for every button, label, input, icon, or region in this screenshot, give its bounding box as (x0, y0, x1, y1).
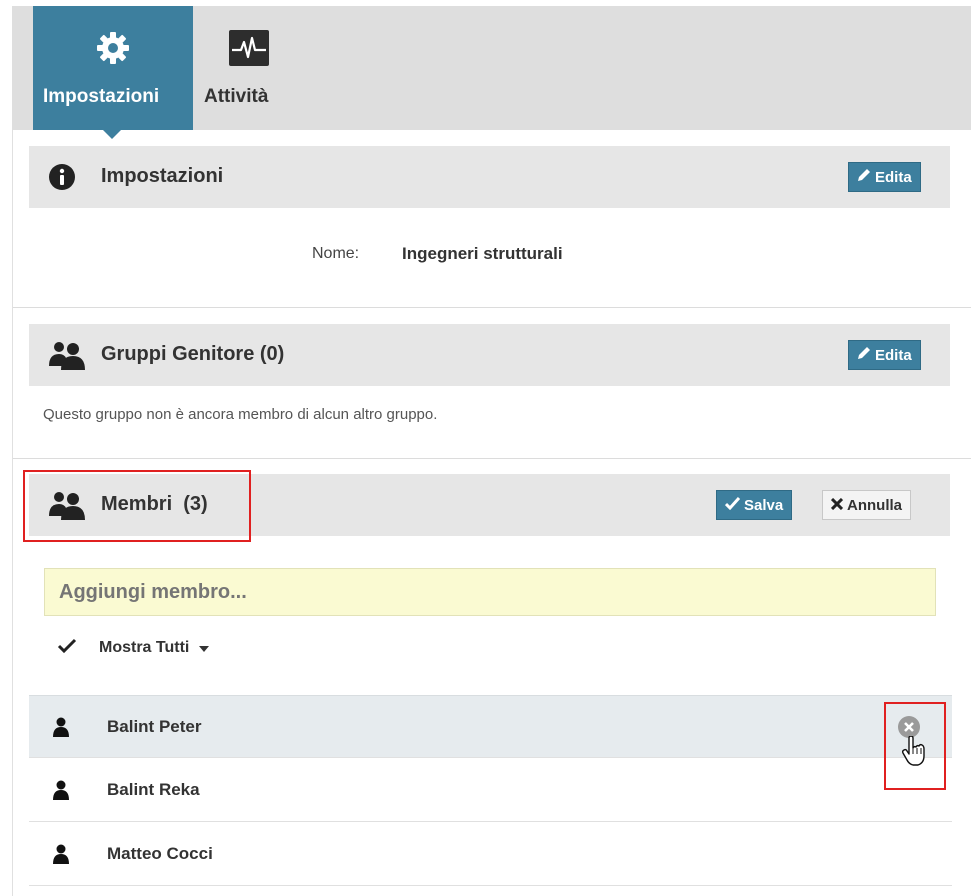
settings-edit-button[interactable]: Edita (848, 162, 921, 192)
parents-section-header: Gruppi Genitore (0) Edita (29, 324, 950, 386)
pencil-icon (857, 168, 871, 186)
tab-impostazioni[interactable]: Impostazioni (33, 6, 193, 139)
name-value: Ingegneri strutturali (402, 244, 563, 263)
tab-label: Impostazioni (43, 86, 160, 107)
check-icon (724, 496, 741, 514)
filter-label: Mostra Tutti (99, 639, 190, 656)
settings-section-title: Impostazioni (101, 165, 224, 187)
parents-section-title: Gruppi Genitore (0) (101, 343, 285, 365)
member-name: Matteo Cocci (107, 844, 213, 863)
main-content: Impostazioni Edita Nome: Ingegneri strut… (12, 130, 971, 896)
pencil-icon (857, 346, 871, 364)
member-row[interactable]: Balint Peter (29, 695, 952, 766)
member-row[interactable]: Balint Reka (29, 759, 952, 822)
name-label: Nome: (312, 245, 360, 262)
users-icon (47, 340, 85, 375)
cancel-button[interactable]: Annulla (822, 490, 911, 520)
tab-attivita[interactable]: Attività (204, 6, 294, 130)
parents-edit-button[interactable]: Edita (848, 340, 921, 370)
remove-icon-highlight (884, 702, 946, 790)
edit-label: Edita (875, 168, 912, 186)
person-icon (53, 780, 69, 805)
add-member-input[interactable] (44, 568, 936, 616)
members-title-highlight (23, 470, 251, 542)
settings-section-header: Impostazioni Edita (29, 146, 950, 208)
section-divider (13, 307, 971, 308)
show-all-filter[interactable]: Mostra Tutti (57, 636, 210, 660)
info-icon (49, 164, 75, 195)
save-button[interactable]: Salva (716, 490, 793, 520)
gear-icon (95, 30, 131, 71)
member-row[interactable]: Matteo Cocci (29, 823, 952, 886)
activity-icon (229, 30, 269, 71)
person-icon (53, 717, 69, 742)
edit-label: Edita (875, 346, 912, 364)
close-icon (830, 497, 844, 514)
section-divider (13, 458, 971, 459)
tab-label: Attività (204, 86, 269, 107)
top-tab-bar: Impostazioni Attività (12, 6, 971, 139)
member-name: Balint Reka (107, 780, 200, 799)
no-parents-message: Questo gruppo non è ancora membro di alc… (43, 406, 438, 423)
check-icon (57, 638, 77, 659)
person-icon (53, 844, 69, 869)
member-name: Balint Peter (107, 717, 202, 736)
save-label: Salva (744, 496, 784, 514)
caret-down-icon (199, 639, 210, 657)
cancel-label: Annulla (847, 496, 902, 514)
